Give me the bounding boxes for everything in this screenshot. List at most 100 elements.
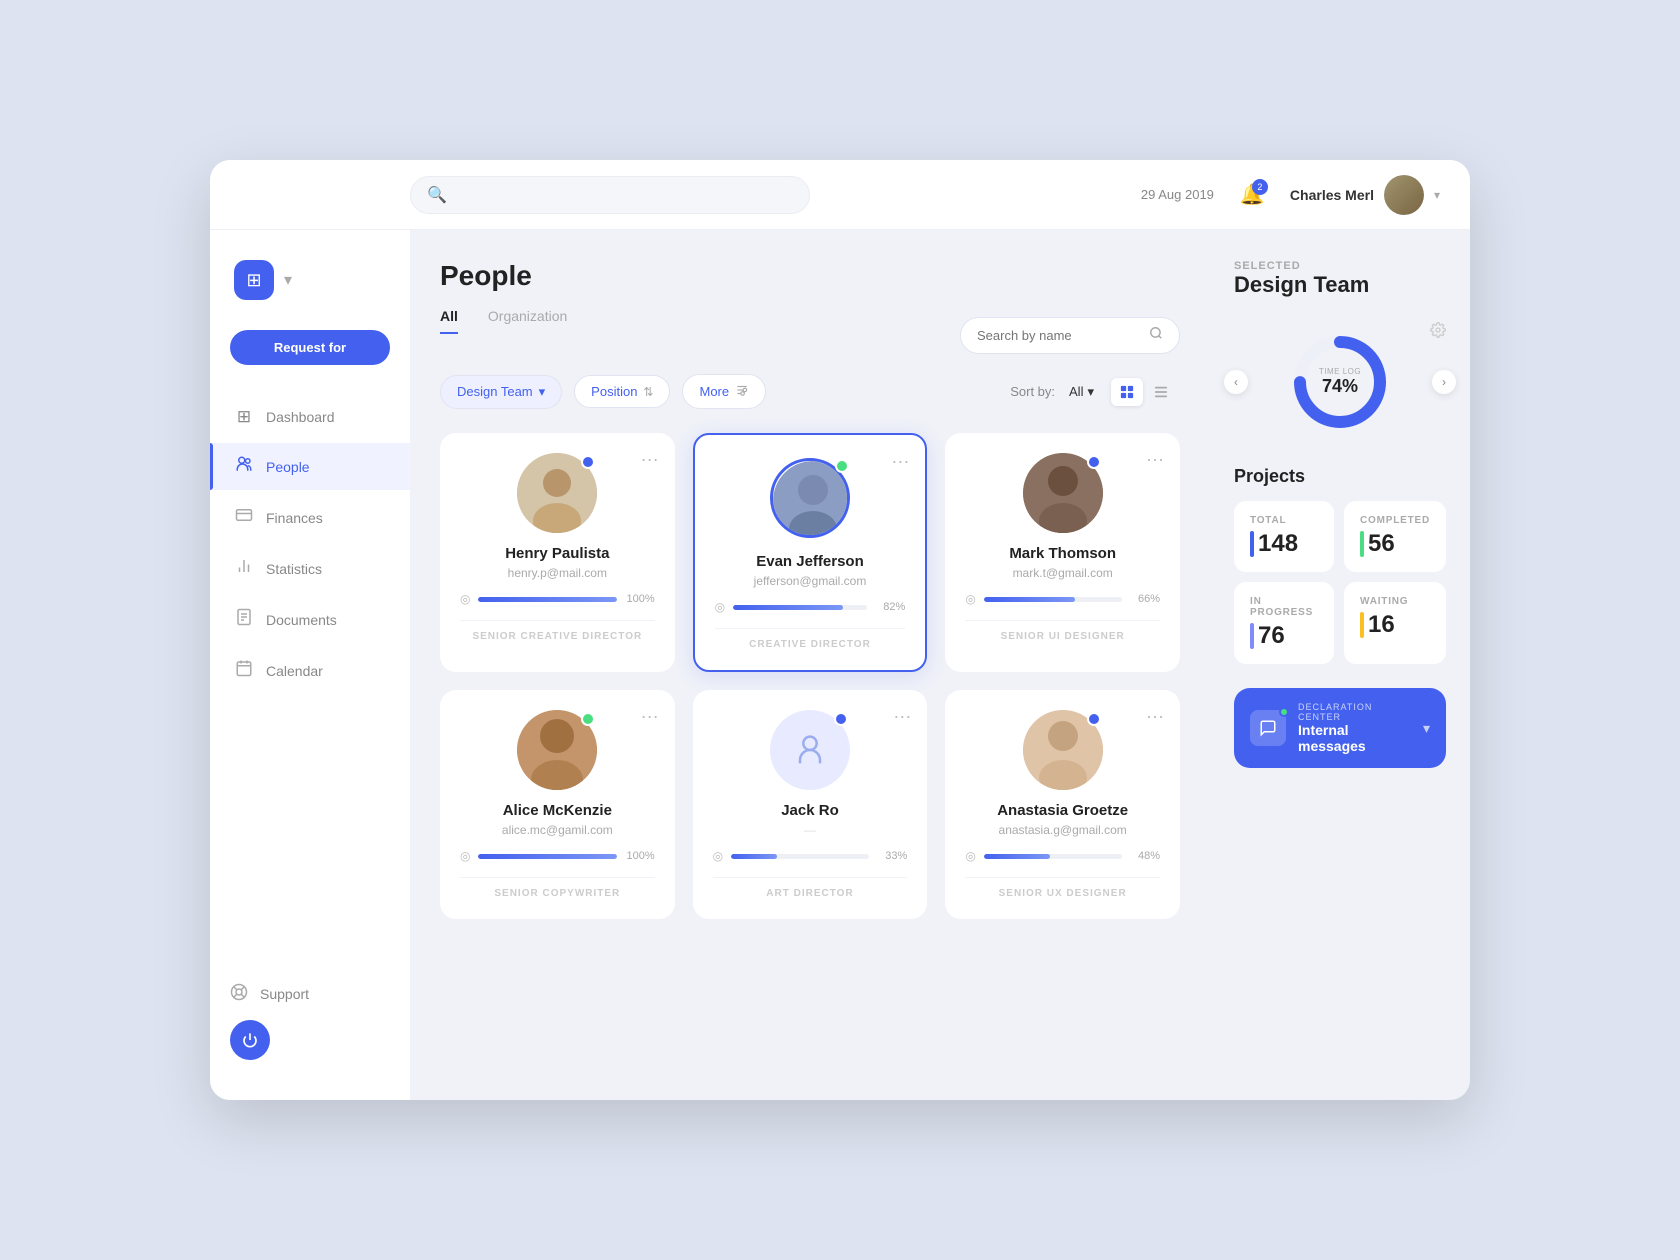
logo-icon: ⊞ (234, 260, 274, 300)
page-title: People (440, 260, 1180, 292)
progress-bar (478, 854, 616, 859)
progress-bar (733, 605, 867, 610)
person-card-alice[interactable]: ··· Alice McKenzie alice.mc@gamil.com (440, 690, 675, 919)
progress-row: ◎ 33% (713, 849, 908, 863)
person-card-evan[interactable]: ··· Ev (693, 433, 928, 672)
progress-bar (478, 597, 616, 602)
team-name: Design Team (1234, 272, 1446, 298)
person-name: Henry Paulista (505, 545, 609, 562)
content-tabs: All Organization (440, 308, 567, 334)
power-button[interactable] (230, 1020, 270, 1060)
person-email: — (804, 823, 816, 837)
search-by-name[interactable] (960, 317, 1180, 354)
progress-percent: 66% (1130, 593, 1160, 605)
stat-in-progress: IN PROGRESS 76 (1234, 582, 1334, 664)
prev-button[interactable]: ‹ (1224, 370, 1248, 394)
card-more-menu[interactable]: ··· (1146, 449, 1164, 470)
declaration-title: Internal messages (1298, 722, 1411, 754)
filter-position[interactable]: Position ⇅ (574, 375, 670, 408)
progress-percent: 82% (875, 601, 905, 613)
avatar (1384, 175, 1424, 215)
sidebar-support-label: Support (260, 986, 309, 1002)
donut-label: TIME LOG 74% (1319, 367, 1361, 397)
progress-fill (478, 854, 616, 859)
progress-bar (984, 597, 1122, 602)
stat-value: 148 (1250, 530, 1318, 558)
sidebar-item-support[interactable]: Support (230, 983, 390, 1004)
person-card-jack[interactable]: ··· Jack Ro — ◎ (693, 690, 928, 919)
sort-icon: ⇅ (643, 385, 653, 399)
stat-waiting: WAITING 16 (1344, 582, 1446, 664)
stat-label: IN PROGRESS (1250, 596, 1318, 618)
person-role: ART DIRECTOR (713, 877, 908, 899)
filter-more[interactable]: More (682, 374, 766, 409)
support-icon (230, 983, 248, 1004)
filters-row: Design Team ▾ Position ⇅ More (440, 374, 1180, 409)
view-toggle (1108, 375, 1180, 409)
list-view-button[interactable] (1145, 378, 1177, 406)
statistics-icon (234, 557, 254, 580)
person-email: henry.p@mail.com (508, 566, 607, 580)
selected-label: SELECTED (1234, 260, 1446, 272)
top-search-bar[interactable]: 🔍 (410, 176, 810, 214)
person-name: Alice McKenzie (503, 802, 612, 819)
progress-fill (731, 854, 777, 859)
stat-bar (1360, 612, 1364, 638)
sidebar-item-documents[interactable]: Documents (210, 596, 410, 643)
user-profile[interactable]: Charles Merl ▾ (1290, 175, 1440, 215)
time-log-percent: 74% (1322, 376, 1358, 396)
sidebar-item-people[interactable]: People (210, 443, 410, 490)
documents-icon (234, 608, 254, 631)
chevron-down-icon: ▾ (1434, 188, 1440, 202)
person-name: Jack Ro (781, 802, 839, 819)
sort-select[interactable]: All ▾ (1069, 384, 1094, 400)
sidebar-item-dashboard[interactable]: ⊞ Dashboard (210, 395, 410, 439)
search-icon (1149, 326, 1163, 345)
main-layout: ⊞ ▾ Request for ⊞ Dashboard (210, 230, 1470, 1100)
sidebar-item-finances[interactable]: Finances (210, 494, 410, 541)
notification-badge: 2 (1252, 179, 1268, 195)
next-button[interactable]: › (1432, 370, 1456, 394)
sidebar-item-statistics[interactable]: Statistics (210, 545, 410, 592)
progress-bar (984, 854, 1122, 859)
filter-team[interactable]: Design Team ▾ (440, 375, 562, 409)
declaration-label: DECLARATION CENTER (1298, 702, 1411, 722)
person-card-henry[interactable]: ··· Henry Paulista henry.p@mail.com (440, 433, 675, 672)
tab-organization[interactable]: Organization (488, 308, 567, 334)
main-content: People All Organization (410, 230, 1210, 1100)
person-email: mark.t@gmail.com (1013, 566, 1113, 580)
progress-icon: ◎ (460, 849, 470, 863)
card-more-menu[interactable]: ··· (1146, 706, 1164, 727)
declaration-widget[interactable]: DECLARATION CENTER Internal messages ▾ (1234, 688, 1446, 768)
stat-number: 76 (1258, 622, 1285, 650)
request-for-button[interactable]: Request for (230, 330, 390, 365)
sidebar-item-label: Finances (266, 510, 323, 526)
card-more-menu[interactable]: ··· (641, 706, 659, 727)
stat-bar (1360, 531, 1364, 557)
progress-icon: ◎ (965, 849, 975, 863)
calendar-icon (234, 659, 254, 682)
person-role: SENIOR UI DESIGNER (965, 620, 1160, 642)
sort-area: Sort by: All ▾ (1010, 375, 1180, 409)
search-name-input[interactable] (977, 328, 1141, 343)
notification-button[interactable]: 🔔 2 (1234, 177, 1270, 213)
tab-all[interactable]: All (440, 308, 458, 334)
chevron-down-icon[interactable]: ▾ (1423, 720, 1430, 737)
progress-row: ◎ 82% (715, 600, 906, 614)
progress-percent: 48% (1130, 850, 1160, 862)
stat-number: 56 (1368, 530, 1395, 558)
person-email: alice.mc@gamil.com (502, 823, 613, 837)
progress-fill (478, 597, 616, 602)
person-card-anastasia[interactable]: ··· Anastasia Groetze anastasia.g@gmai (945, 690, 1180, 919)
grid-view-button[interactable] (1111, 378, 1143, 406)
person-role: SENIOR COPYWRITER (460, 877, 655, 899)
status-badge (834, 712, 848, 726)
card-more-menu[interactable]: ··· (893, 706, 911, 727)
top-search-input[interactable] (455, 187, 793, 202)
avatar-wrap (767, 455, 853, 541)
stat-value: 76 (1250, 622, 1318, 650)
sidebar-item-calendar[interactable]: Calendar (210, 647, 410, 694)
card-more-menu[interactable]: ··· (891, 451, 909, 472)
person-card-mark[interactable]: ··· Mark Thomson mark.t@gmail.com (945, 433, 1180, 672)
card-more-menu[interactable]: ··· (641, 449, 659, 470)
